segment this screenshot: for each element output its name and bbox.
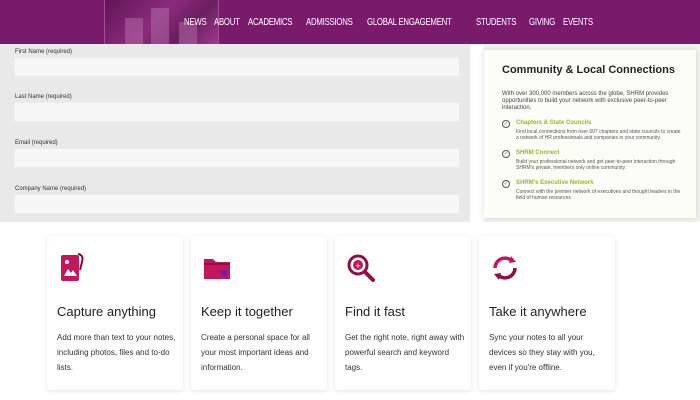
main-nav: NEWS ABOUT ACADEMICS ADMISSIONS GLOBAL E… (184, 0, 594, 44)
feature-desc: Create a personal space for all your mos… (201, 333, 310, 372)
card-item-title[interactable]: Chapters & State Councils (516, 120, 591, 126)
folder-icon (204, 259, 230, 279)
company-name-field[interactable] (14, 194, 460, 214)
nav-item-global-engagement[interactable]: GLOBAL ENGAGEMENT (367, 17, 452, 28)
feature-card-anywhere: Take it anywhere Sync your notes to all … (479, 236, 615, 390)
card-item-title[interactable]: SHRM Connect (516, 150, 559, 156)
email-label: Email (required) (15, 140, 58, 146)
company-name-label: Company Name (required) (15, 186, 87, 192)
capture-note-icon (61, 253, 84, 281)
top-navigation-bar: NEWS ABOUT ACADEMICS ADMISSIONS GLOBAL E… (0, 0, 700, 44)
last-name-label: Last Name (required) (15, 94, 72, 100)
feature-desc: Get the right note, right away with powe… (345, 333, 465, 372)
nav-item-giving[interactable]: GIVING (529, 17, 555, 28)
nav-item-events[interactable]: EVENTS (563, 17, 593, 28)
feature-desc: Add more than text to your notes, includ… (57, 333, 176, 372)
feature-title: Capture anything (57, 304, 157, 319)
feature-card-capture: Capture anything Add more than text to y… (47, 236, 183, 390)
banner-building-shape (151, 8, 169, 44)
contact-form: First Name (required) Last Name (require… (0, 44, 470, 222)
nav-item-about[interactable]: ABOUT (214, 17, 240, 28)
card-item-title[interactable]: SHRM's Executive Network (516, 180, 593, 186)
feature-card-together: Keep it together Create a personal space… (191, 236, 327, 390)
nav-item-news[interactable]: NEWS (184, 17, 207, 28)
first-name-label: First Name (required) (15, 49, 73, 55)
check-circle-icon: ✓ (502, 120, 510, 128)
feature-title: Keep it together (201, 304, 293, 319)
feature-title: Find it fast (345, 304, 405, 319)
last-name-field[interactable] (14, 102, 460, 122)
nav-item-admissions[interactable]: ADMISSIONS (306, 17, 353, 28)
community-card: Community & Local Connections With over … (484, 50, 696, 218)
banner-building-shape (125, 18, 143, 44)
nav-item-academics[interactable]: ACADEMICS (248, 17, 293, 28)
nav-item-students[interactable]: STUDENTS (476, 17, 516, 28)
card-intro: With over 300,000 members across the glo… (502, 91, 669, 111)
card-title: Community & Local Connections (502, 64, 675, 76)
svg-text:+: + (355, 262, 361, 270)
sync-icon (493, 256, 517, 280)
feature-title: Take it anywhere (489, 304, 587, 319)
card-item-desc: Find local connections from over 607 cha… (516, 129, 681, 141)
search-icon: + (347, 254, 375, 282)
check-circle-icon: ✓ (502, 180, 510, 188)
first-name-field[interactable] (14, 57, 460, 77)
feature-card-find: + Find it fast Get the right note, right… (335, 236, 471, 390)
feature-desc: Sync your notes to all your devices so t… (489, 333, 595, 372)
card-item-desc: Connect with the premier network of exec… (516, 189, 681, 201)
check-circle-icon: ✓ (502, 150, 510, 158)
card-item-desc: Build your professional network and get … (516, 159, 676, 171)
email-field[interactable] (14, 148, 460, 168)
